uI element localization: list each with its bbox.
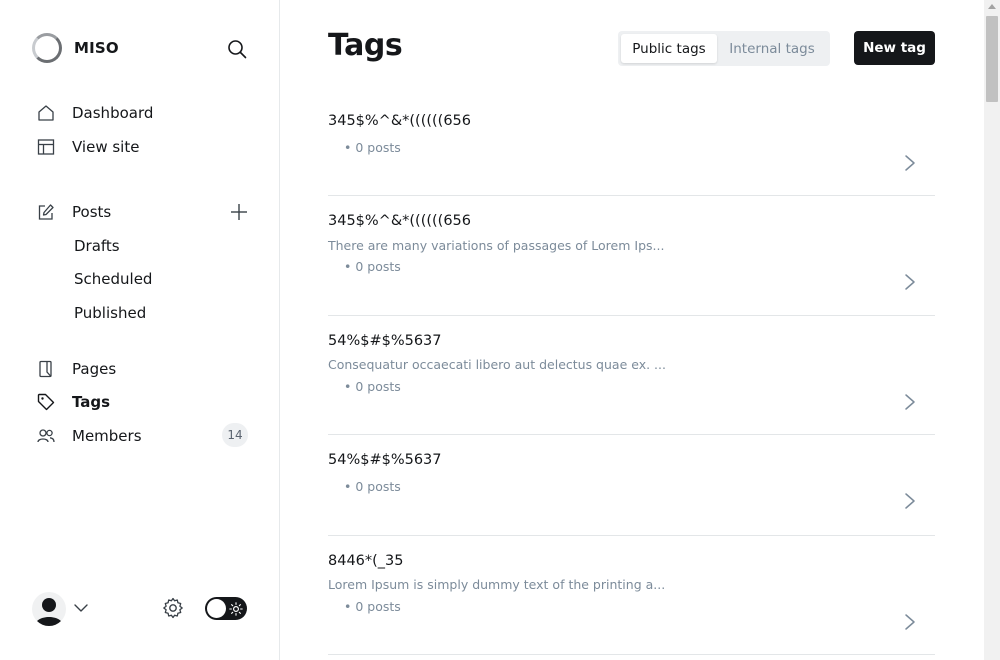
tag-name: 54%$#$%5637 xyxy=(328,452,442,468)
pages-icon xyxy=(36,359,56,379)
nav-members[interactable]: Members xyxy=(36,423,142,449)
sidebar: MISO Dashboard View site Posts Drafts Sc… xyxy=(0,0,280,660)
sun-icon xyxy=(229,602,243,616)
nav-drafts[interactable]: Drafts xyxy=(74,234,120,258)
nav-tags[interactable]: Tags xyxy=(36,389,110,415)
brand-name: MISO xyxy=(74,39,119,57)
tag-name: 345$%^&*((((((656 xyxy=(328,113,472,129)
tag-icon xyxy=(36,392,56,412)
members-icon xyxy=(36,426,56,446)
brand[interactable]: MISO xyxy=(32,32,119,64)
tag-post-count: • 0 posts xyxy=(344,379,401,394)
nav-view-site-label: View site xyxy=(72,138,140,156)
chevron-right-icon xyxy=(905,493,915,509)
tag-row[interactable]: 54%$#$%5637 • 0 posts xyxy=(328,435,935,536)
vertical-scrollbar[interactable] xyxy=(984,0,1000,660)
internal-tags-tab[interactable]: Internal tags xyxy=(717,34,827,63)
tag-description: Lorem Ipsum is simply dummy text of the … xyxy=(328,577,666,592)
scroll-up-arrow-icon[interactable] xyxy=(988,4,996,9)
nav-dashboard[interactable]: Dashboard xyxy=(36,100,153,126)
chevron-down-icon[interactable] xyxy=(73,600,89,616)
settings-gear-icon[interactable] xyxy=(160,595,186,621)
edit-icon xyxy=(36,202,56,222)
nav-tags-label: Tags xyxy=(72,393,111,411)
tag-name: 54%$#$%5637 xyxy=(328,333,442,349)
tag-row[interactable]: 345$%^&*((((((656 There are many variati… xyxy=(328,196,935,316)
brand-logo xyxy=(32,33,62,63)
page-title: Tags xyxy=(328,28,403,63)
tag-post-count: • 0 posts xyxy=(344,479,401,494)
tag-type-switch: Public tags Internal tags xyxy=(618,31,830,66)
tag-name: 8446*(_35 xyxy=(328,553,404,569)
layout-icon xyxy=(36,137,56,157)
user-avatar[interactable] xyxy=(32,592,66,626)
toggle-knob xyxy=(207,599,226,618)
members-count-badge: 14 xyxy=(222,423,248,447)
tag-post-count: • 0 posts xyxy=(344,140,401,155)
scroll-thumb[interactable] xyxy=(986,16,998,102)
chevron-right-icon xyxy=(905,155,915,171)
tag-row[interactable]: 54%$#$%5637 Consequatur occaecati libero… xyxy=(328,316,935,435)
nav-posts[interactable]: Posts xyxy=(36,199,111,225)
nav-pages-label: Pages xyxy=(72,360,117,378)
nav-scheduled[interactable]: Scheduled xyxy=(74,267,152,291)
chevron-right-icon xyxy=(905,274,915,290)
nav-published[interactable]: Published xyxy=(74,301,146,325)
main-content: Tags Public tags Internal tags New tag 3… xyxy=(281,0,984,660)
chevron-right-icon xyxy=(905,614,915,630)
theme-toggle[interactable] xyxy=(205,597,247,620)
nav-view-site[interactable]: View site xyxy=(36,134,139,160)
nav-dashboard-label: Dashboard xyxy=(72,104,154,122)
home-icon xyxy=(36,103,56,123)
tag-post-count: • 0 posts xyxy=(344,259,401,274)
tag-row[interactable]: 345$%^&*((((((656 • 0 posts xyxy=(328,101,935,196)
chevron-right-icon xyxy=(905,394,915,410)
new-post-plus-icon[interactable] xyxy=(227,200,251,224)
public-tags-tab[interactable]: Public tags xyxy=(621,34,717,63)
tag-description: There are many variations of passages of… xyxy=(328,238,665,253)
new-tag-button[interactable]: New tag xyxy=(854,31,935,65)
tag-row[interactable]: 8446*(_35 Lorem Ipsum is simply dummy te… xyxy=(328,536,935,655)
nav-posts-label: Posts xyxy=(72,203,112,221)
search-icon[interactable] xyxy=(224,36,250,62)
nav-members-label: Members xyxy=(72,427,142,445)
nav-pages[interactable]: Pages xyxy=(36,356,116,382)
tag-name: 345$%^&*((((((656 xyxy=(328,213,472,229)
tag-description: Consequatur occaecati libero aut delectu… xyxy=(328,357,666,372)
tag-post-count: • 0 posts xyxy=(344,599,401,614)
